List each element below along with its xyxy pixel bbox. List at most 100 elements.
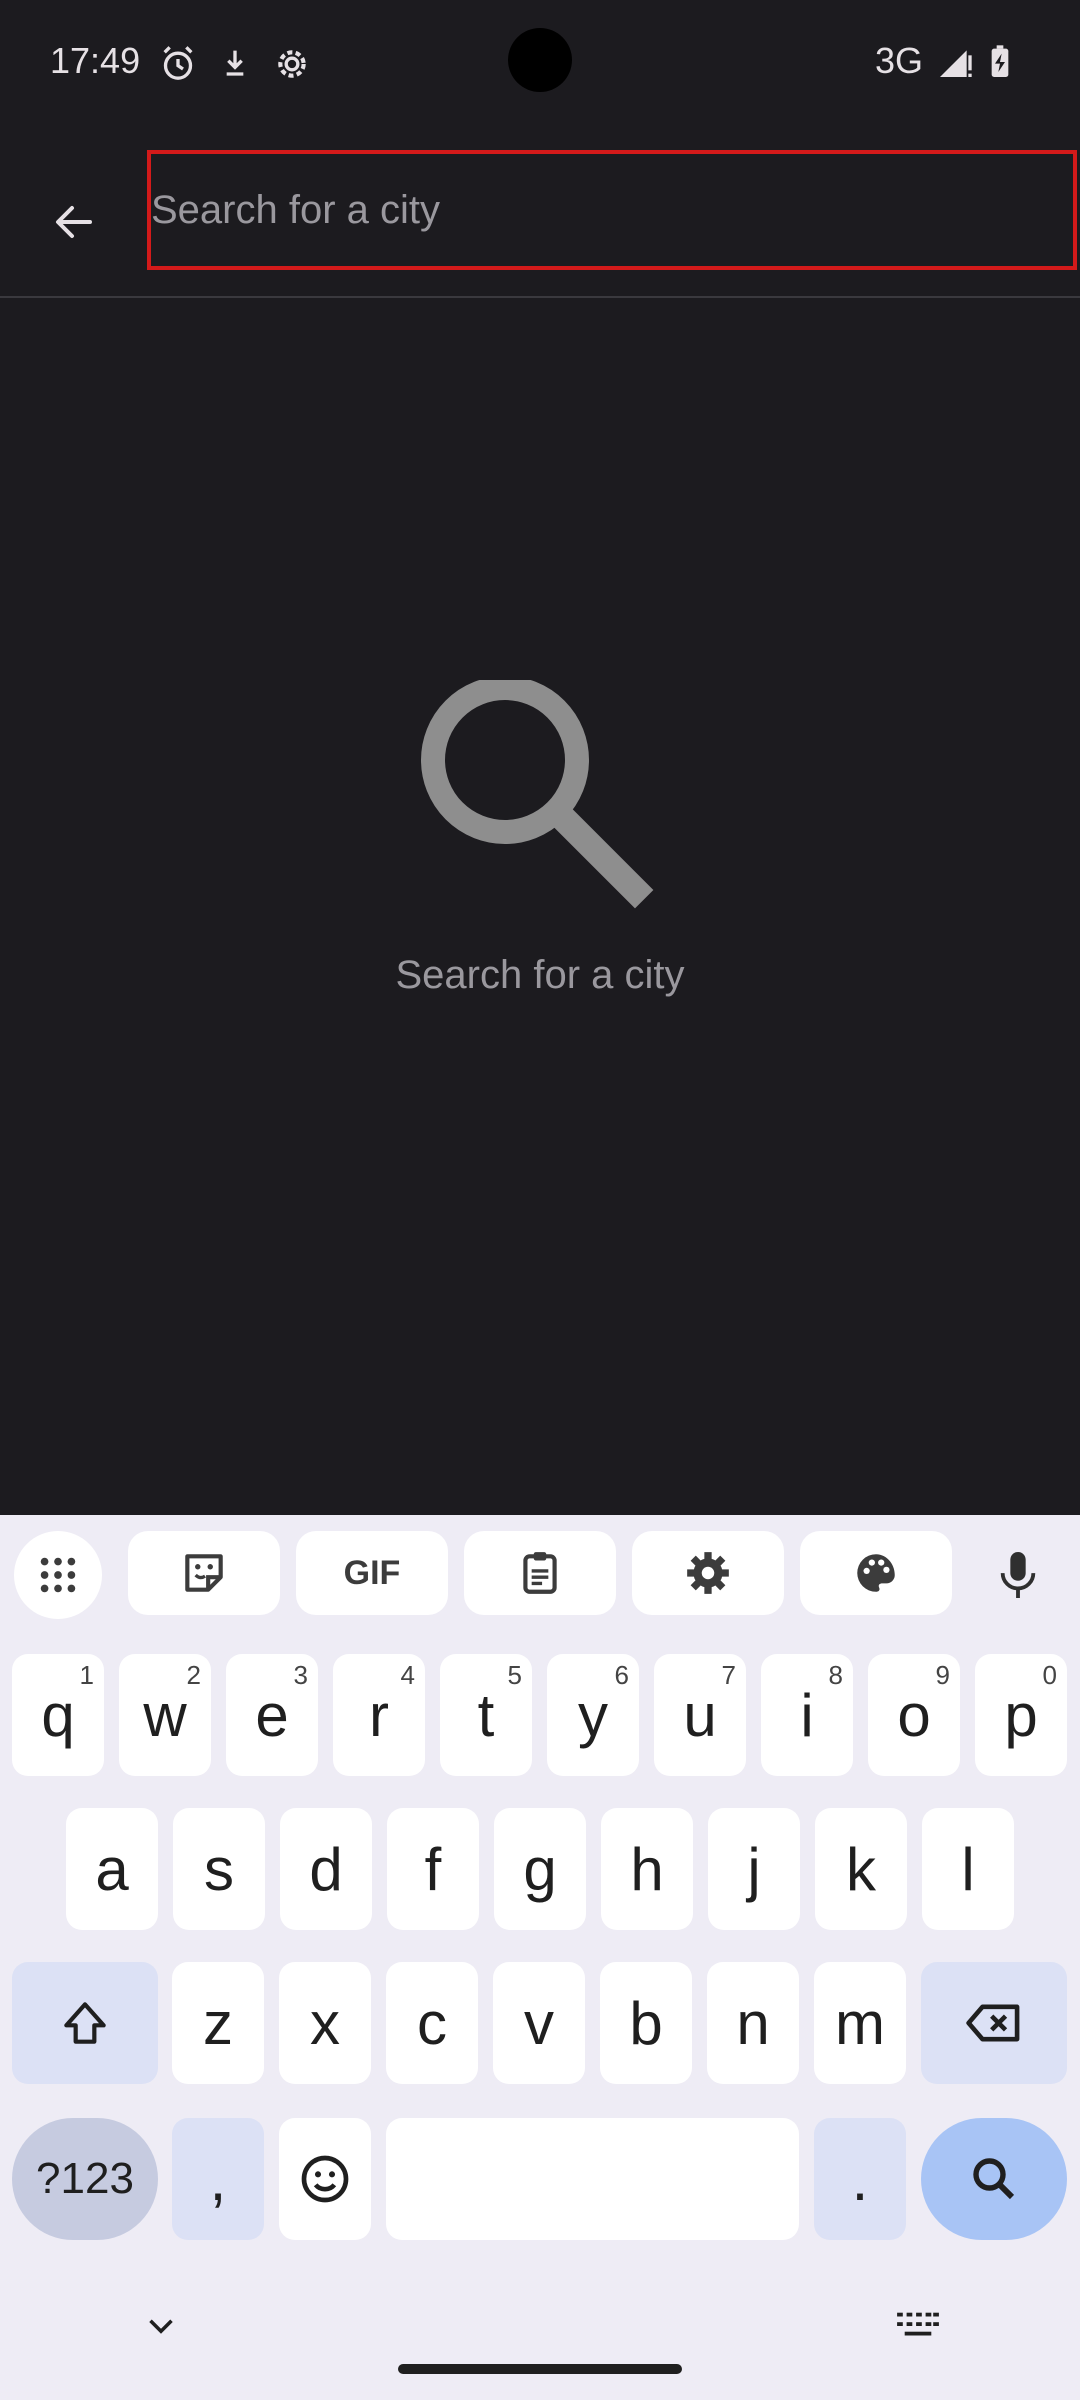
key-c[interactable]: c (386, 1962, 478, 2084)
key-label: n (736, 1989, 770, 2057)
key-label: m (835, 1989, 885, 2057)
search-icon (421, 676, 654, 909)
key-label: x (310, 1989, 340, 2057)
key-hint: 7 (721, 1660, 736, 1690)
key-label: h (630, 1835, 664, 1903)
key-hint: 3 (293, 1660, 308, 1690)
shift-icon (64, 2002, 106, 2044)
key-s[interactable]: s (173, 1808, 265, 1930)
palette-icon (857, 1554, 895, 1592)
home-indicator[interactable] (398, 2364, 682, 2374)
status-time: 17:49 (50, 40, 141, 81)
empty-state-text: Search for a city (395, 953, 685, 997)
hide-keyboard-icon[interactable] (140, 2305, 182, 2347)
key-q[interactable]: q1 (12, 1654, 104, 1776)
key-v[interactable]: v (493, 1962, 585, 2084)
key-label: g (523, 1835, 557, 1903)
key-label: y (578, 1681, 608, 1749)
battery-charging-icon (991, 45, 1009, 77)
key-j[interactable]: j (708, 1808, 800, 1930)
key-n[interactable]: n (707, 1962, 799, 2084)
key-label: u (683, 1681, 717, 1749)
shift-key[interactable] (12, 1962, 158, 2084)
key-b[interactable]: b (600, 1962, 692, 2084)
key-label: v (524, 1989, 554, 2057)
key-label: i (800, 1681, 814, 1749)
key-f[interactable]: f (387, 1808, 479, 1930)
key-label: e (255, 1681, 289, 1749)
theme-button[interactable] (800, 1531, 952, 1615)
key-hint: 4 (400, 1660, 415, 1690)
clipboard-button[interactable] (464, 1531, 616, 1615)
key-w[interactable]: w2 (119, 1654, 211, 1776)
key-h[interactable]: h (601, 1808, 693, 1930)
search-field-container (147, 150, 1077, 270)
key-i[interactable]: i8 (761, 1654, 853, 1776)
period-key[interactable]: . (814, 2118, 906, 2240)
key-u[interactable]: u7 (654, 1654, 746, 1776)
key-o[interactable]: o9 (868, 1654, 960, 1776)
key-hint: 5 (507, 1660, 522, 1690)
camera-cutout (508, 28, 572, 92)
key-m[interactable]: m (814, 1962, 906, 2084)
key-z[interactable]: z (172, 1962, 264, 2084)
empty-state: Search for a city (0, 676, 1080, 998)
space-key[interactable] (386, 2118, 799, 2240)
key-label: s (204, 1835, 234, 1903)
switch-keyboard-icon[interactable] (895, 2307, 941, 2345)
key-r[interactable]: r4 (333, 1654, 425, 1776)
keyboard-nav-bar (0, 2275, 1080, 2400)
key-label: f (424, 1835, 442, 1903)
key-label: z (203, 1989, 233, 2057)
symbols-key[interactable]: ?123 (12, 2118, 158, 2240)
soft-keyboard: GIF q 1 w 2 e 3 r 4 t 5 y 6 u 7 i 8 o 9 … (0, 1515, 1080, 2400)
alarm-icon (163, 46, 193, 80)
arrow-back-icon (56, 206, 92, 238)
key-x[interactable]: x (279, 1962, 371, 2084)
key-a[interactable]: a (66, 1808, 158, 1930)
status-bar: 17:49 3G (0, 0, 1080, 130)
settings-icon (687, 1552, 729, 1594)
signal-icon (940, 50, 972, 77)
key-y[interactable]: y6 (547, 1654, 639, 1776)
clipboard-icon (523, 1552, 557, 1594)
key-label: k (846, 1835, 876, 1903)
key-label: t (477, 1681, 495, 1749)
backspace-key[interactable] (921, 1962, 1067, 2084)
key-hint: 0 (1042, 1660, 1057, 1690)
key-label: d (309, 1835, 343, 1903)
voice-input-button[interactable] (980, 1531, 1056, 1619)
key-l[interactable]: l (922, 1808, 1014, 1930)
gif-button[interactable]: GIF (296, 1531, 448, 1615)
key-label: q (41, 1681, 75, 1749)
emoji-icon (301, 2155, 349, 2203)
backspace-icon (966, 2004, 1020, 2042)
key-g[interactable]: g (494, 1808, 586, 1930)
search-action-key[interactable] (921, 2118, 1067, 2240)
key-p[interactable]: p0 (975, 1654, 1067, 1776)
apps-grid-button[interactable] (14, 1531, 102, 1619)
back-button[interactable] (32, 180, 116, 264)
key-hint: 1 (79, 1660, 94, 1690)
sticker-button[interactable] (128, 1531, 280, 1615)
search-app-bar (0, 130, 1080, 298)
key-label: r (369, 1681, 389, 1749)
download-icon (226, 50, 244, 76)
key-d[interactable]: d (280, 1808, 372, 1930)
key-k[interactable]: k (815, 1808, 907, 1930)
apps-grid-icon (40, 1557, 76, 1593)
keyboard-settings-button[interactable] (632, 1531, 784, 1615)
key-label: l (961, 1835, 975, 1903)
network-type: 3G (875, 40, 924, 81)
key-label: j (747, 1835, 761, 1903)
emoji-key[interactable] (279, 2118, 371, 2240)
settings-gear-icon (278, 50, 306, 78)
search-input[interactable] (151, 154, 1073, 266)
key-label: c (417, 1989, 447, 2057)
key-hint: 2 (186, 1660, 201, 1690)
key-e[interactable]: e3 (226, 1654, 318, 1776)
key-hint: 8 (828, 1660, 843, 1690)
comma-key[interactable]: , (172, 2118, 264, 2240)
key-t[interactable]: t5 (440, 1654, 532, 1776)
key-label: w (143, 1681, 187, 1749)
